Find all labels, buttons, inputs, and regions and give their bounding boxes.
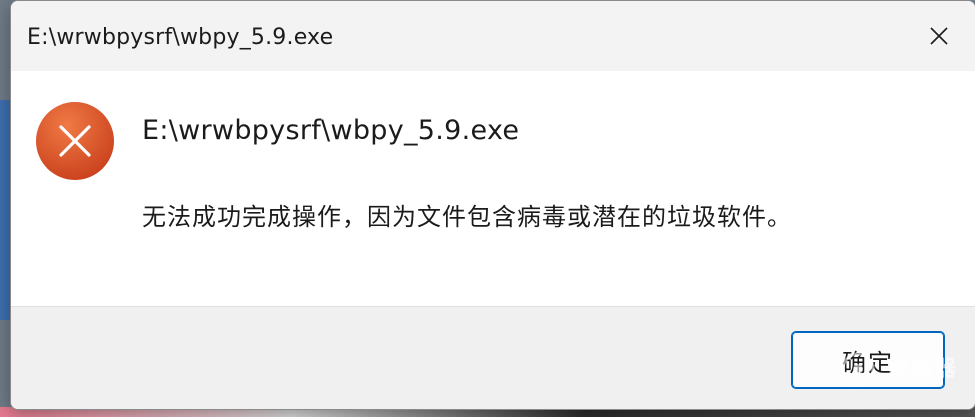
close-button[interactable]	[903, 1, 975, 71]
dialog-footer: 确定	[11, 306, 975, 409]
window-title: E:\wrwbpysrf\wbpy_5.9.exe	[27, 25, 334, 50]
error-icon	[36, 102, 114, 180]
close-icon	[930, 27, 948, 45]
error-dialog: E:\wrwbpysrf\wbpy_5.9.exe E:\wrwbpysrf\w…	[10, 0, 975, 410]
router-logo-icon	[841, 352, 875, 386]
watermark: 路由器 luyouqi.com	[836, 351, 971, 387]
watermark-subtext: luyouqi.com	[888, 377, 944, 387]
dialog-content: E:\wrwbpysrf\wbpy_5.9.exe 无法成功完成操作，因为文件包…	[11, 71, 975, 306]
dialog-message: 无法成功完成操作，因为文件包含病毒或潜在的垃圾软件。	[142, 203, 792, 231]
desktop-background: E:\wrwbpysrf\wbpy_5.9.exe E:\wrwbpysrf\w…	[0, 0, 975, 417]
dialog-heading: E:\wrwbpysrf\wbpy_5.9.exe	[142, 115, 520, 146]
dialog-titlebar[interactable]: E:\wrwbpysrf\wbpy_5.9.exe	[11, 1, 975, 71]
